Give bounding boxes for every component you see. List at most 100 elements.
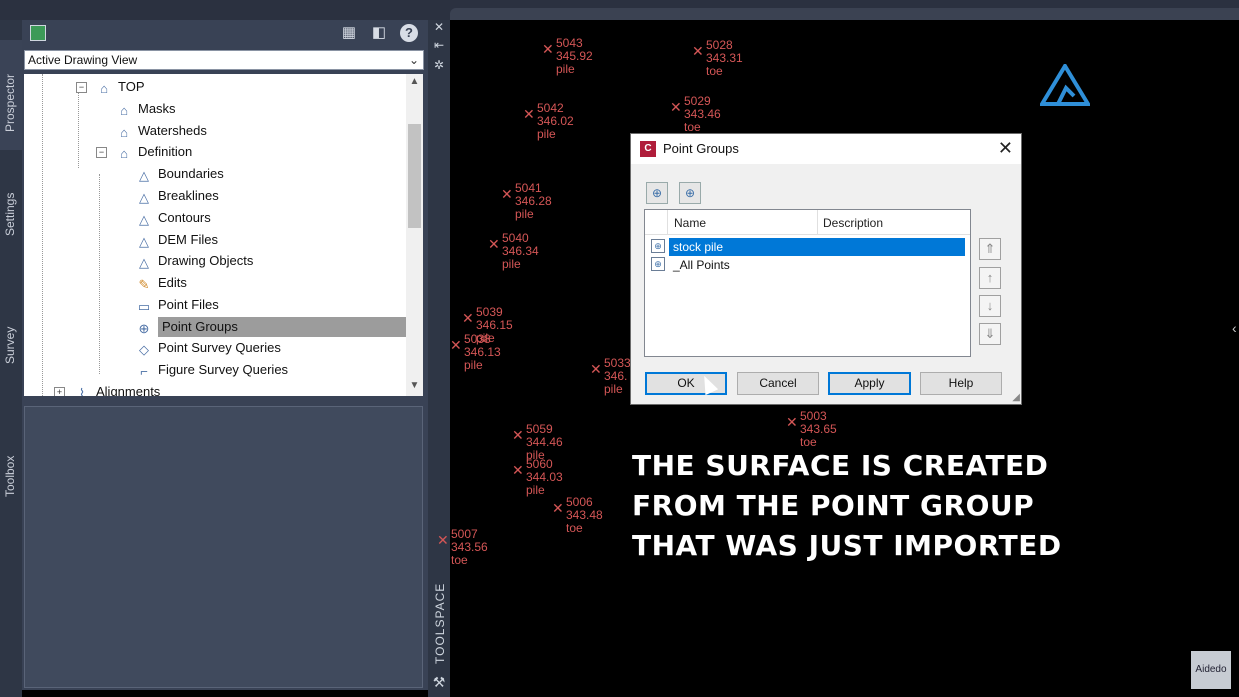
point-marker-icon: ✕: [488, 236, 500, 252]
survey-point-label[interactable]: ✕ 5038 346.13 pile: [450, 333, 501, 372]
civil3d-icon: C: [640, 141, 656, 157]
survey-point-label[interactable]: ✕ 5033 346. pile: [590, 357, 631, 396]
properties-icon[interactable]: ⊕: [646, 182, 668, 204]
view-dropdown-value: Active Drawing View: [28, 53, 138, 67]
tree-item-edits[interactable]: ✎ Edits: [136, 273, 187, 293]
item-view-pane: [24, 406, 423, 688]
point-marker-icon: ✕: [512, 462, 524, 478]
tree-item-drawing-objects[interactable]: △ Drawing Objects: [136, 251, 253, 271]
tree-item-figure-survey-queries[interactable]: ⌐ Figure Survey Queries: [136, 360, 288, 380]
apply-button[interactable]: Apply: [828, 372, 911, 395]
move-up-icon[interactable]: ↑: [979, 267, 1001, 289]
tree-item-definition[interactable]: − ⌂ Definition: [96, 142, 193, 162]
help-button[interactable]: Help: [920, 372, 1002, 395]
point-marker-icon: ✕: [523, 106, 535, 122]
survey-point-label[interactable]: ✕ 5028 343.31 toe: [692, 39, 743, 78]
survey-point-label[interactable]: ✕ 5042 346.02 pile: [523, 102, 574, 141]
tree-item-top[interactable]: − ⌂ TOP: [76, 77, 145, 97]
contours-icon: △: [139, 212, 149, 227]
scroll-up-icon[interactable]: ▲: [408, 76, 421, 87]
chevron-down-icon: ⌄: [408, 53, 419, 67]
point-desc: pile: [515, 207, 534, 221]
survey-point-label[interactable]: ✕ 5060 344.03 pile: [512, 458, 563, 497]
tree-item-boundaries[interactable]: △ Boundaries: [136, 164, 224, 184]
tree-item-breaklines[interactable]: △ Breaklines: [136, 186, 219, 206]
survey-point-label[interactable]: ✕ 5007 343.56 toe: [437, 528, 488, 567]
point-desc: pile: [502, 257, 521, 271]
caption-line: FROM THE POINT GROUP: [632, 489, 1035, 522]
cancel-button[interactable]: Cancel: [737, 372, 819, 395]
survey-point-label[interactable]: ✕ 5041 346.28 pile: [501, 182, 552, 221]
tree-item-point-files[interactable]: ▭ Point Files: [136, 295, 219, 315]
move-to-top-icon[interactable]: ⇑: [979, 238, 1001, 260]
auto-hide-icon[interactable]: ⇤: [432, 38, 446, 52]
collapse-icon[interactable]: −: [96, 147, 107, 158]
dialog-title: Point Groups: [663, 141, 739, 156]
dialog-title-bar[interactable]: C Point Groups ✕: [631, 134, 1021, 164]
collapse-icon[interactable]: −: [76, 82, 87, 93]
list-item[interactable]: ⊕ stock pile: [651, 238, 969, 256]
resize-grip-icon[interactable]: ◢: [1012, 392, 1020, 403]
tab-survey[interactable]: Survey: [0, 310, 22, 400]
list-item-label: stock pile: [669, 238, 965, 256]
expand-icon[interactable]: +: [54, 387, 65, 396]
panel-layout-icon[interactable]: ◧: [370, 24, 388, 42]
breaklines-icon: △: [139, 190, 149, 205]
tree-item-label: Edits: [158, 275, 187, 290]
tree-item-point-groups[interactable]: ⊕ Point Groups: [136, 317, 406, 337]
definition-icon: ⌂: [120, 146, 128, 161]
move-to-bottom-icon[interactable]: ⇓: [979, 323, 1001, 345]
tab-toolbox[interactable]: Toolbox: [0, 440, 22, 530]
column-name[interactable]: Name: [674, 216, 706, 230]
chevron-left-icon[interactable]: ‹: [1232, 320, 1237, 336]
civil3d-app-icon[interactable]: [30, 25, 46, 41]
survey-point-label[interactable]: ✕ 5040 346.34 pile: [488, 232, 539, 271]
scroll-down-icon[interactable]: ▼: [408, 380, 421, 391]
survey-point-label[interactable]: ✕ 5006 343.48 toe: [552, 496, 603, 535]
tree-item-label: Watersheds: [138, 123, 207, 138]
tab-settings[interactable]: Settings: [0, 170, 22, 260]
close-icon[interactable]: ✕: [998, 138, 1013, 159]
survey-point-label[interactable]: ✕ 5043 345.92 pile: [542, 37, 593, 76]
tree-item-masks[interactable]: ⌂ Masks: [116, 99, 176, 119]
gear-icon[interactable]: ✲: [432, 58, 446, 72]
point-marker-icon: ✕: [501, 186, 513, 202]
column-separator: [817, 210, 818, 234]
point-desc: pile: [604, 382, 623, 396]
survey-point-label[interactable]: ✕ 5029 343.46 toe: [670, 95, 721, 134]
point-desc: toe: [566, 521, 583, 535]
move-down-icon[interactable]: ↓: [979, 295, 1001, 317]
tree-scrollbar[interactable]: ▲ ▼: [406, 74, 423, 396]
tree-item-dem-files[interactable]: △ DEM Files: [136, 230, 218, 250]
point-groups-icon: ⊕: [138, 321, 150, 336]
tools-icon[interactable]: ⚒: [432, 674, 446, 691]
tab-toolbox-label: Toolbox: [3, 455, 17, 497]
show-differences-icon[interactable]: ⊕: [679, 182, 701, 204]
panel-toolbar: ▦ ◧ ?: [22, 20, 428, 48]
view-dropdown[interactable]: Active Drawing View ⌄: [24, 50, 424, 70]
point-marker-icon: ✕: [590, 361, 602, 377]
point-marker-icon: ✕: [450, 337, 462, 353]
tree-item-point-survey-queries[interactable]: ◇ Point Survey Queries: [136, 338, 281, 358]
tab-prospector[interactable]: Prospector: [0, 40, 22, 150]
point-desc: toe: [706, 64, 723, 78]
point-marker-icon: ✕: [670, 99, 682, 115]
list-item[interactable]: ⊕ _All Points: [651, 256, 969, 274]
help-icon[interactable]: ?: [400, 24, 418, 42]
tree-item-label: Contours: [158, 210, 211, 225]
point-marker-icon: ✕: [542, 41, 554, 57]
list-header: Name Description: [645, 210, 970, 235]
close-icon[interactable]: ✕: [432, 20, 446, 34]
column-description[interactable]: Description: [823, 216, 883, 230]
tree-item-label: Definition: [138, 144, 193, 159]
point-desc: pile: [464, 358, 483, 372]
tree-item-contours[interactable]: △ Contours: [136, 208, 211, 228]
tree-item-watersheds[interactable]: ⌂ Watersheds: [116, 121, 207, 141]
survey-point-label[interactable]: ✕ 5003 343.65 toe: [786, 410, 837, 449]
tree-item-alignments[interactable]: + ⌇ Alignments: [54, 382, 160, 396]
item-view-icon[interactable]: ▦: [340, 24, 358, 42]
surface-icon: ⌂: [100, 81, 108, 96]
tree-item-label: Figure Survey Queries: [158, 362, 289, 377]
scroll-thumb[interactable]: [408, 124, 421, 228]
point-survey-queries-icon: ◇: [139, 342, 149, 357]
